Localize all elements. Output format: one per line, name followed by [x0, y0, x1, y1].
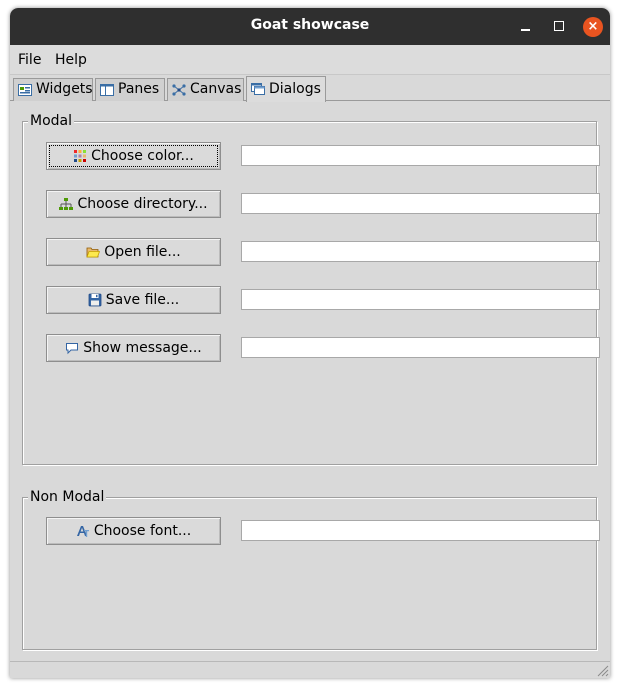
resize-grip-icon[interactable] [595, 663, 609, 677]
open-file-button[interactable]: Open file... [46, 238, 221, 266]
button-label: Choose color... [91, 148, 194, 164]
tab-canvas[interactable]: Canvas [167, 78, 244, 101]
open-folder-icon [86, 247, 101, 258]
maximize-button[interactable] [542, 8, 576, 45]
save-file-button[interactable]: Save file... [46, 286, 221, 314]
color-result-field[interactable] [241, 145, 600, 166]
save-file-result-field[interactable] [241, 289, 600, 310]
directory-tree-icon [59, 198, 74, 210]
floppy-disk-icon [88, 293, 102, 307]
message-result-field[interactable] [241, 337, 600, 358]
button-label: Open file... [104, 244, 181, 260]
minimize-button[interactable] [508, 8, 542, 45]
tab-label: Panes [118, 81, 160, 97]
close-icon: × [583, 17, 603, 37]
tab-widgets[interactable]: Widgets [13, 78, 93, 101]
choose-color-button[interactable]: Choose color... [46, 142, 221, 170]
modal-group-legend: Modal [28, 113, 74, 129]
button-label: Save file... [105, 292, 180, 308]
title-bar[interactable]: Goat showcase × [10, 8, 610, 45]
tab-panes[interactable]: Panes [95, 78, 165, 101]
color-palette-icon [74, 150, 87, 162]
font-result-field[interactable] [241, 520, 600, 541]
tab-label: Canvas [190, 81, 242, 97]
canvas-icon [172, 84, 186, 96]
open-file-result-field[interactable] [241, 241, 600, 262]
dialogs-icon [251, 83, 265, 95]
non-modal-group-legend: Non Modal [28, 489, 107, 505]
menu-file[interactable]: File [18, 52, 41, 68]
directory-result-field[interactable] [241, 193, 600, 214]
widgets-icon [18, 84, 32, 96]
app-window: Goat showcase × File Help Widgets Panes [10, 8, 610, 678]
non-modal-group: Non Modal Choose font... [22, 489, 600, 650]
menu-help[interactable]: Help [55, 52, 87, 68]
button-label: Choose font... [93, 523, 192, 539]
minimize-icon [521, 29, 530, 31]
choose-font-button[interactable]: Choose font... [46, 517, 221, 545]
choose-directory-button[interactable]: Choose directory... [46, 190, 221, 218]
font-icon [76, 526, 89, 537]
tab-label: Dialogs [269, 81, 321, 97]
panes-icon [100, 84, 114, 96]
show-message-button[interactable]: Show message... [46, 334, 221, 362]
button-label: Choose directory... [77, 196, 208, 212]
tab-label: Widgets [36, 81, 93, 97]
status-bar-divider [10, 661, 610, 662]
button-label: Show message... [83, 340, 202, 356]
maximize-icon [554, 21, 564, 31]
menu-bar: File Help [10, 45, 610, 75]
close-button[interactable]: × [576, 8, 610, 45]
speech-bubble-icon [66, 343, 79, 355]
tab-dialogs[interactable]: Dialogs [246, 76, 326, 102]
modal-group: Modal Choose color... Choose directory..… [22, 113, 600, 465]
